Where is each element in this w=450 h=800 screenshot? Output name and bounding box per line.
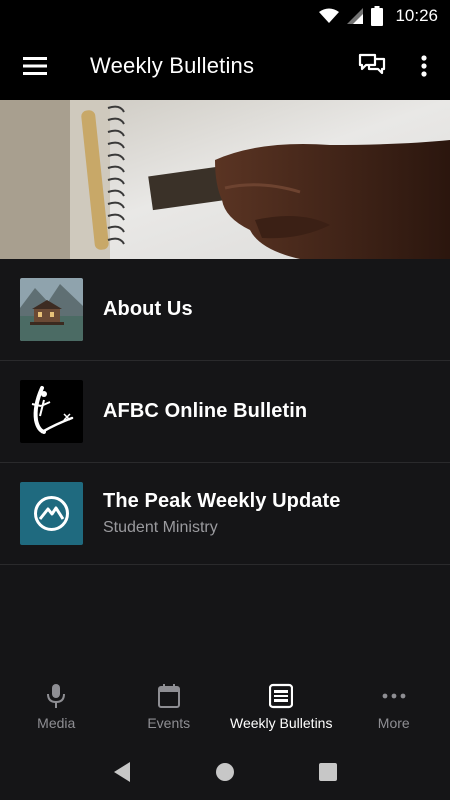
bulletin-icon bbox=[269, 683, 294, 709]
header-image bbox=[0, 100, 450, 259]
the-peak-logo-thumbnail bbox=[20, 482, 83, 545]
list-item-title: AFBC Online Bulletin bbox=[103, 400, 308, 422]
hamburger-menu-icon bbox=[23, 57, 47, 75]
nav-tab-events[interactable]: Events bbox=[113, 673, 226, 743]
nav-tab-media[interactable]: Media bbox=[0, 673, 113, 743]
nav-label: Events bbox=[147, 715, 191, 731]
chat-icon bbox=[358, 53, 386, 75]
list-item-title: About Us bbox=[103, 298, 193, 320]
about-us-thumbnail bbox=[20, 278, 83, 341]
chat-button[interactable] bbox=[346, 32, 398, 100]
nav-label: More bbox=[377, 715, 410, 731]
list-item-title: The Peak Weekly Update bbox=[103, 490, 341, 512]
battery-icon bbox=[371, 6, 384, 26]
status-bar: 10:26 bbox=[0, 0, 450, 32]
wifi-icon bbox=[319, 8, 340, 23]
more-horizontal-icon bbox=[382, 693, 406, 699]
bulletin-list: About Us AFBC Online Bulletin The Peak W… bbox=[0, 259, 450, 673]
cellular-signal-icon bbox=[347, 8, 364, 24]
list-item-afbc-online-bulletin[interactable]: AFBC Online Bulletin bbox=[0, 361, 450, 463]
page-title: Weekly Bulletins bbox=[90, 53, 255, 78]
back-triangle-icon bbox=[113, 761, 130, 782]
bottom-navigation: Media Events Weekly Bulletins More bbox=[0, 673, 450, 743]
app-bar: Weekly Bulletins bbox=[0, 32, 450, 100]
nav-label: Media bbox=[37, 715, 76, 731]
calendar-icon bbox=[157, 684, 180, 708]
recents-square-icon bbox=[319, 762, 338, 781]
home-circle-icon bbox=[215, 762, 234, 781]
status-time: 10:26 bbox=[395, 6, 438, 25]
microphone-icon bbox=[47, 684, 66, 708]
overflow-menu-button[interactable] bbox=[398, 32, 450, 100]
system-navigation-bar bbox=[0, 743, 450, 800]
list-item-subtitle: Student Ministry bbox=[103, 519, 218, 536]
system-back-button[interactable] bbox=[92, 747, 152, 797]
nav-label: Weekly Bulletins bbox=[230, 715, 333, 731]
menu-button[interactable] bbox=[0, 32, 70, 100]
list-item-about-us[interactable]: About Us bbox=[0, 259, 450, 361]
system-home-button[interactable] bbox=[195, 747, 255, 797]
nav-tab-weekly-bulletins[interactable]: Weekly Bulletins bbox=[225, 673, 338, 743]
system-recents-button[interactable] bbox=[298, 747, 358, 797]
more-vertical-icon bbox=[421, 55, 427, 77]
afbc-logo-thumbnail bbox=[20, 380, 83, 443]
list-item-the-peak-weekly-update[interactable]: The Peak Weekly Update Student Ministry bbox=[0, 463, 450, 565]
nav-tab-more[interactable]: More bbox=[338, 673, 450, 743]
